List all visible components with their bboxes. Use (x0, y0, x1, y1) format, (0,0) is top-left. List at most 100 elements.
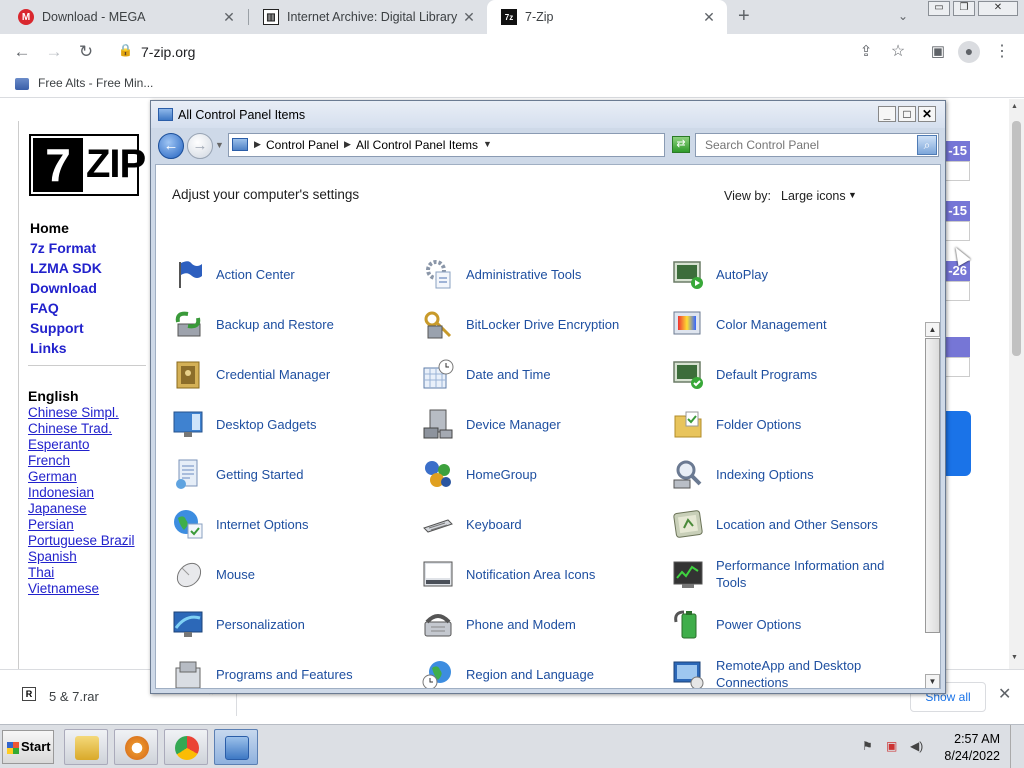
cp-item-color-management[interactable]: Color Management (672, 302, 912, 346)
cp-item-device-manager[interactable]: Device Manager (422, 402, 662, 446)
language-link[interactable]: Persian (28, 517, 135, 533)
search-input[interactable] (697, 135, 915, 155)
language-link[interactable]: Japanese (28, 501, 135, 517)
cp-item-administrative-tools[interactable]: Administrative Tools (422, 252, 662, 296)
scroll-up-icon[interactable]: ▲ (925, 322, 940, 337)
scroll-down-icon[interactable]: ▼ (925, 674, 940, 688)
taskbar-control-panel[interactable] (214, 729, 258, 765)
back-arrow-icon[interactable]: ← (158, 133, 184, 159)
volume-icon[interactable]: ◀) (910, 739, 926, 753)
window-minimize-button[interactable]: _ (878, 106, 896, 122)
cp-item-power-options[interactable]: Power Options (672, 602, 912, 646)
window-titlebar[interactable]: All Control Panel Items _ □ ✕ (151, 101, 945, 128)
breadcrumb-arrow-icon[interactable]: ▼ (483, 139, 492, 149)
nav-lzma-sdk[interactable]: LZMA SDK (30, 258, 102, 278)
cp-item-date-and-time[interactable]: Date and Time (422, 352, 662, 396)
minimize-button[interactable]: ▭ (928, 1, 950, 16)
new-tab-button[interactable]: + (738, 5, 750, 28)
reload-icon[interactable]: ↻ (76, 42, 96, 62)
refresh-icon[interactable]: ⇄ (672, 136, 690, 153)
back-arrow-icon[interactable]: ← (12, 42, 32, 62)
taskbar-media-player[interactable] (114, 729, 158, 765)
cp-item-homegroup[interactable]: HomeGroup (422, 452, 662, 496)
download-button[interactable] (946, 411, 971, 476)
cp-item-bitlocker[interactable]: BitLocker Drive Encryption (422, 302, 662, 346)
breadcrumb-control-panel[interactable]: Control Panel (266, 138, 339, 152)
language-link[interactable]: Indonesian (28, 485, 135, 501)
cp-item-getting-started[interactable]: Getting Started (172, 452, 412, 496)
address-bar[interactable]: 7-zip.org (141, 44, 195, 60)
nav-support[interactable]: Support (30, 318, 102, 338)
download-file-name[interactable]: 5 & 7.rar (49, 689, 99, 704)
language-link[interactable]: German (28, 469, 135, 485)
forward-arrow-icon[interactable]: → (44, 42, 64, 62)
side-panel-icon[interactable]: ▣ (928, 42, 948, 62)
cp-item-mouse[interactable]: Mouse (172, 552, 412, 596)
bookmark-star-icon[interactable]: ☆ (888, 42, 908, 62)
language-link[interactable]: Vietnamese (28, 581, 135, 597)
scrollbar-thumb[interactable] (925, 338, 940, 633)
bookmark-item[interactable]: Free Alts - Free Min... (38, 76, 153, 90)
nav-download[interactable]: Download (30, 278, 102, 298)
cp-item-autoplay[interactable]: AutoPlay (672, 252, 912, 296)
language-link[interactable]: French (28, 453, 135, 469)
tab-close-icon[interactable]: ✕ (701, 9, 717, 26)
view-by-dropdown[interactable]: Large icons (781, 189, 846, 203)
clock-date[interactable]: 8/24/2022 (930, 749, 1000, 763)
breadcrumb-arrow-icon[interactable]: ▶ (254, 139, 261, 150)
language-link[interactable]: Thai (28, 565, 135, 581)
language-link[interactable]: Chinese Simpl. (28, 405, 135, 421)
search-box[interactable]: ⌕ (695, 133, 939, 157)
cp-item-programs-and-features[interactable]: Programs and Features (172, 652, 412, 688)
page-scrollbar[interactable]: ▲ ▼ (1009, 99, 1024, 669)
cp-item-backup-and-restore[interactable]: Backup and Restore (172, 302, 412, 346)
cp-item-notification-area-icons[interactable]: Notification Area Icons (422, 552, 662, 596)
tab-close-icon[interactable]: ✕ (461, 9, 477, 26)
window-close-button[interactable]: ✕ (918, 106, 936, 122)
search-icon[interactable]: ⌕ (917, 135, 937, 155)
cp-item-performance[interactable]: Performance Information and Tools (672, 552, 912, 596)
tab-close-icon[interactable]: ✕ (221, 9, 237, 26)
cp-item-location-sensors[interactable]: Location and Other Sensors (672, 502, 912, 546)
cp-item-personalization[interactable]: Personalization (172, 602, 412, 646)
network-icon[interactable]: ▣ (886, 739, 902, 753)
taskbar-chrome[interactable] (164, 729, 208, 765)
menu-dots-icon[interactable]: ⋮ (992, 42, 1012, 62)
address-bar[interactable]: ▶ Control Panel ▶ All Control Panel Item… (228, 133, 730, 157)
lock-icon[interactable]: 🔒 (118, 43, 133, 57)
cp-item-action-center[interactable]: Action Center (172, 252, 412, 296)
nav-7z-format[interactable]: 7z Format (30, 238, 102, 258)
cp-item-indexing-options[interactable]: Indexing Options (672, 452, 912, 496)
dropdown-chevron-icon[interactable]: ▼ (848, 190, 857, 200)
language-link[interactable]: Portuguese Brazil (28, 533, 135, 549)
close-button[interactable]: ✕ (978, 1, 1018, 16)
cp-item-folder-options[interactable]: Folder Options (672, 402, 912, 446)
nav-home[interactable]: Home (30, 218, 102, 238)
tab-mega[interactable]: M Download - MEGA ✕ (4, 0, 247, 34)
language-link[interactable]: Chinese Trad. (28, 421, 135, 437)
clock-time[interactable]: 2:57 AM (940, 732, 1000, 746)
cp-item-phone-and-modem[interactable]: Phone and Modem (422, 602, 662, 646)
scroll-up-icon[interactable]: ▲ (1011, 103, 1018, 110)
language-link[interactable]: Esperanto (28, 437, 135, 453)
cp-item-keyboard[interactable]: Keyboard (422, 502, 662, 546)
tab-internet-archive[interactable]: ▥ Internet Archive: Digital Library o ✕ (249, 0, 487, 34)
show-desktop-button[interactable] (1010, 725, 1022, 768)
close-download-bar-icon[interactable]: ✕ (998, 684, 1011, 704)
breadcrumb-arrow-icon[interactable]: ▶ (344, 139, 351, 150)
profile-avatar-icon[interactable]: ● (958, 41, 980, 63)
tab-7zip[interactable]: 7z 7-Zip ✕ (487, 0, 727, 34)
cp-item-internet-options[interactable]: Internet Options (172, 502, 412, 546)
scroll-down-icon[interactable]: ▼ (1011, 654, 1018, 661)
cp-item-default-programs[interactable]: Default Programs (672, 352, 912, 396)
restore-button[interactable]: ❐ (953, 1, 975, 16)
start-button[interactable]: Start (2, 730, 54, 764)
recent-pages-chevron-icon[interactable]: ▼ (215, 140, 224, 150)
window-maximize-button[interactable]: □ (898, 106, 916, 122)
action-center-flag-icon[interactable]: ⚑ (862, 739, 878, 753)
nav-faq[interactable]: FAQ (30, 298, 102, 318)
forward-arrow-icon[interactable]: → (187, 133, 213, 159)
content-scrollbar[interactable]: ▲ ▼ (924, 322, 940, 688)
taskbar-explorer[interactable] (64, 729, 108, 765)
scrollbar-thumb[interactable] (1012, 121, 1021, 356)
